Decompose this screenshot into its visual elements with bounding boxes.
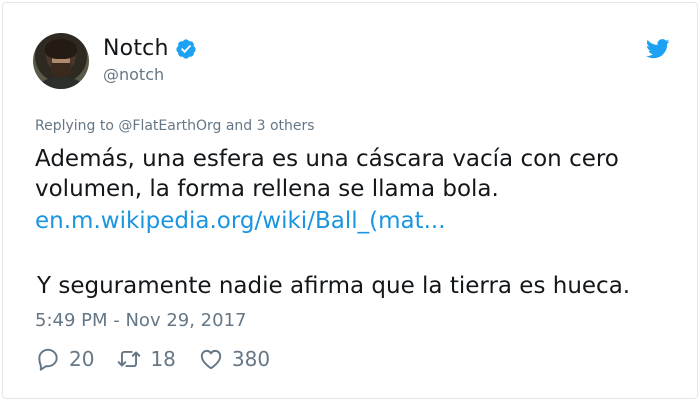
reply-count: 20	[69, 347, 95, 371]
tweet-timestamp[interactable]: 5:49 PM - Nov 29, 2017	[35, 310, 246, 331]
replying-mention-link[interactable]: @FlatEarthOrg	[118, 118, 221, 134]
tweet-actions: 20 18 380	[35, 346, 292, 372]
verified-badge-icon	[175, 38, 196, 59]
author-name-row: Notch	[103, 36, 197, 61]
author-handle[interactable]: @notch	[103, 65, 164, 84]
tweet-text-line: Y seguramente nadie afirma que la tierra…	[37, 273, 631, 299]
reply-button[interactable]: 20	[35, 346, 94, 372]
tweet-link[interactable]: en.m.wikipedia.org/wiki/Ball_(mat...	[35, 208, 446, 234]
avatar[interactable]	[33, 33, 89, 89]
reply-icon	[38, 348, 58, 371]
like-count: 380	[231, 347, 271, 371]
retweet-button[interactable]: 18	[116, 346, 176, 372]
like-button[interactable]: 380	[198, 346, 270, 372]
replying-to: Replying to @FlatEarthOrg and 3 others	[35, 118, 315, 134]
like-icon	[200, 349, 222, 370]
tweet-card: Notch @notch Replying to @FlatEarthOrg a…	[2, 2, 698, 399]
tweet-text-line: Además, una esfera es una cáscara vacía …	[35, 146, 619, 172]
author-name[interactable]: Notch	[103, 36, 169, 61]
twitter-bird-icon[interactable]	[646, 39, 670, 59]
tweet-text-line: volumen, la forma rellena se llama bola.	[35, 176, 499, 202]
retweet-icon	[118, 350, 141, 368]
retweet-count: 18	[150, 347, 176, 371]
